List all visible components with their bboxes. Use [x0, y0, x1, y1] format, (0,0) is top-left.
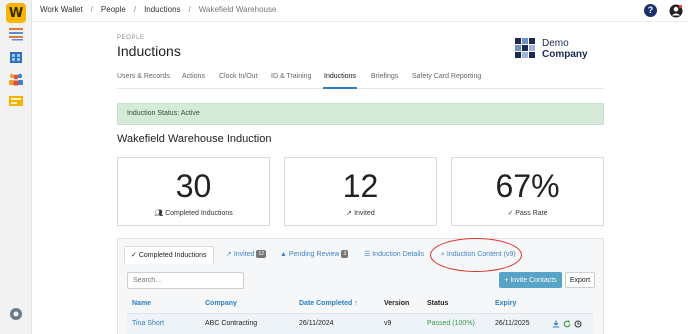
- tab-induction-details[interactable]: ☰ Induction Details: [358, 246, 430, 264]
- induction-status-banner: Induction Status: Active: [117, 103, 604, 125]
- cell-company: ABC Contracting: [205, 320, 258, 327]
- cell-date-completed: 26/11/2024: [299, 320, 334, 327]
- building-icon[interactable]: [8, 50, 24, 64]
- section-tabs: Users & Records Actions Clock In/Out ID …: [117, 71, 604, 89]
- send-icon: ➚: [226, 251, 234, 258]
- cell-status: Passed (100%): [427, 320, 475, 327]
- invited-card: 12 ➚ Invited: [284, 157, 437, 226]
- tab-safety-card-reporting[interactable]: Safety Card Reporting: [412, 73, 481, 80]
- cell-name[interactable]: Tina Short: [132, 320, 164, 327]
- breadcrumb-separator: /: [188, 5, 191, 14]
- column-company[interactable]: Company: [205, 300, 237, 307]
- history-icon[interactable]: [574, 320, 582, 328]
- column-date-completed[interactable]: Date Completed ↑: [299, 300, 358, 307]
- logo-letter: W: [8, 5, 24, 21]
- company-name-line1: Demo: [542, 38, 569, 49]
- breadcrumb-separator: /: [90, 5, 93, 14]
- settings-icon[interactable]: [9, 307, 23, 321]
- tab-label: Invited: [233, 251, 255, 258]
- invited-count: 12: [342, 168, 379, 204]
- pass-rate-value: 67%: [495, 168, 560, 204]
- table-row[interactable]: Tina Short ABC Contracting 26/11/2024 v9…: [127, 313, 593, 334]
- column-status: Status: [427, 300, 449, 307]
- invite-contacts-button[interactable]: + Invite Contacts: [499, 272, 562, 288]
- column-expiry[interactable]: Expiry: [495, 300, 516, 307]
- tab-id-training[interactable]: ID & Training: [271, 73, 311, 80]
- help-icon[interactable]: ?: [644, 4, 657, 17]
- completed-label: 👥︎ Completed Inductions: [118, 209, 269, 217]
- pass-rate-card: 67% ✓ Pass Rate: [451, 157, 604, 226]
- card-icon[interactable]: [8, 94, 24, 108]
- pass-rate-label-text: Pass Rate: [515, 210, 548, 217]
- user-avatar-icon[interactable]: [669, 4, 683, 18]
- column-version: Version: [384, 300, 410, 307]
- breadcrumb-separator: /: [133, 5, 137, 14]
- tab-completed-inductions[interactable]: ✓ Completed Inductions: [124, 246, 214, 264]
- top-bar: Work Wallet / People / Inductions / Wakefield …: [32, 0, 688, 22]
- tab-users-records[interactable]: Users & Records: [117, 73, 170, 80]
- company-logo-icon: [515, 38, 535, 58]
- completed-label-text: Completed Inductions: [165, 210, 233, 217]
- tab-invited[interactable]: ➚ Invited 12: [220, 246, 272, 264]
- table-header: Name Company Date Completed ↑ Version St…: [127, 296, 593, 312]
- completed-inductions-card: 30 👥︎ Completed Inductions: [117, 157, 270, 226]
- breadcrumb-inductions[interactable]: Inductions: [144, 5, 180, 14]
- cell-version: v9: [384, 320, 392, 327]
- cell-expiry: 26/11/2025: [495, 320, 530, 327]
- search-input[interactable]: [127, 272, 244, 289]
- page-eyebrow: PEOPLE: [117, 35, 145, 41]
- tab-label: Completed Inductions: [138, 252, 207, 259]
- highlight-circle: [430, 238, 522, 272]
- check-icon: ✓: [131, 252, 137, 259]
- tab-inductions[interactable]: Inductions: [323, 73, 357, 89]
- page-title: Inductions: [117, 43, 181, 59]
- pass-rate-label: ✓ Pass Rate: [452, 209, 603, 217]
- users-icon: 👥︎: [154, 210, 166, 217]
- warning-icon: ▲: [280, 251, 289, 258]
- invited-badge: 12: [256, 250, 266, 259]
- send-icon: ➚: [346, 210, 355, 217]
- tab-clock-in-out[interactable]: Clock In/Out: [219, 73, 258, 80]
- pending-badge: 3: [341, 250, 349, 259]
- people-icon[interactable]: [8, 72, 24, 86]
- tab-label: Induction Details: [372, 251, 424, 258]
- breadcrumb-current: Wakefield Warehouse: [198, 5, 277, 14]
- work-wallet-logo[interactable]: W: [6, 3, 26, 23]
- tab-pending-review[interactable]: ▲ Pending Review 3: [274, 246, 354, 264]
- list-icon[interactable]: [8, 27, 24, 41]
- breadcrumb-people[interactable]: People: [101, 5, 126, 14]
- column-name[interactable]: Name: [132, 300, 151, 307]
- breadcrumb-work-wallet[interactable]: Work Wallet: [40, 5, 83, 14]
- list-icon: ☰: [364, 251, 373, 258]
- tab-actions[interactable]: Actions: [182, 73, 205, 80]
- invited-label: ➚ Invited: [285, 209, 436, 217]
- company-name: Demo Company: [542, 38, 588, 60]
- company-name-line2: Company: [542, 49, 588, 60]
- invited-label-text: Invited: [354, 210, 375, 217]
- download-icon[interactable]: [552, 320, 560, 328]
- breadcrumb: Work Wallet / People / Inductions / Wakefield …: [40, 5, 276, 14]
- refresh-icon[interactable]: [563, 320, 571, 328]
- induction-title: Wakefield Warehouse Induction: [117, 133, 272, 145]
- export-button[interactable]: Export: [565, 272, 595, 288]
- completed-count: 30: [175, 168, 212, 204]
- tab-label: Pending Review: [288, 251, 340, 258]
- tab-briefings[interactable]: Briefings: [371, 73, 398, 80]
- left-rail: W: [0, 0, 32, 334]
